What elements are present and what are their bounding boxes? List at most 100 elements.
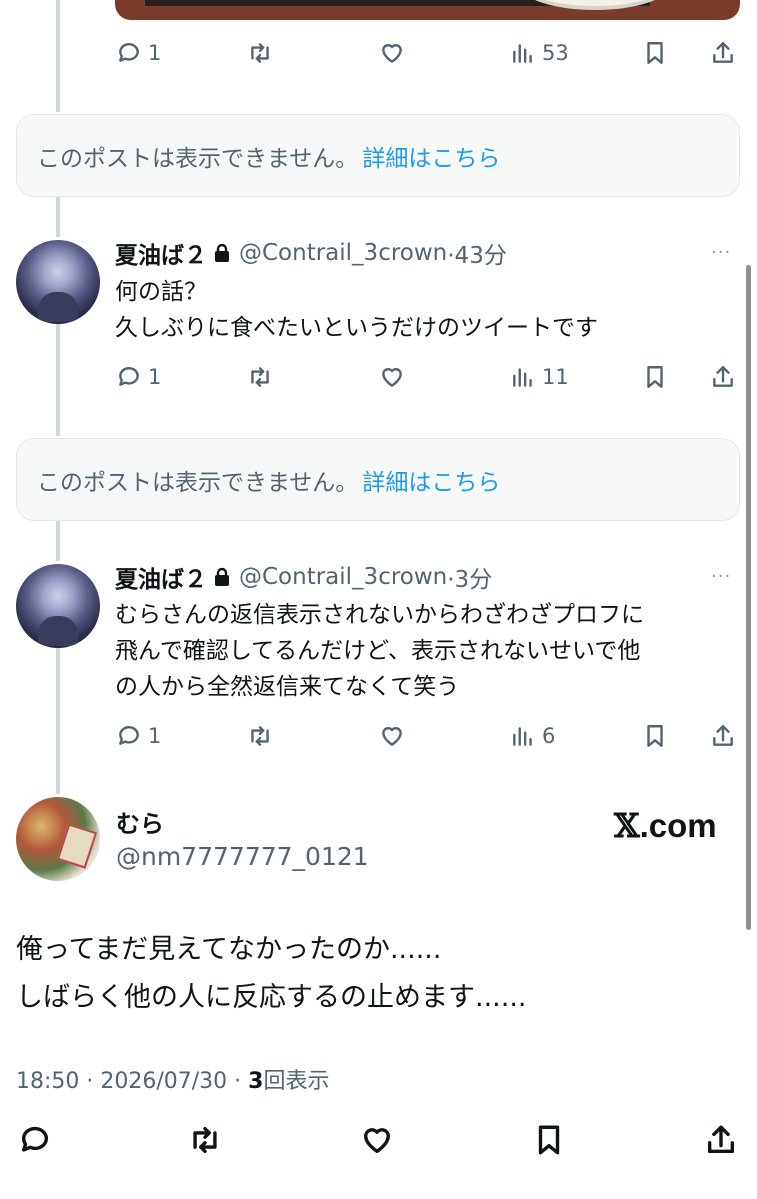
like-button[interactable] [379, 36, 405, 70]
retweet-icon [251, 367, 269, 387]
post-text-line: しばらく他の人に反応するの止めます...... [16, 982, 527, 1013]
share-button[interactable] [710, 36, 736, 70]
main-post-actions [0, 1115, 757, 1165]
avatar[interactable] [16, 240, 100, 324]
avatar[interactable] [16, 564, 100, 648]
post-actions: 1 53 [0, 36, 757, 70]
lock-icon [213, 243, 231, 263]
share-button[interactable] [710, 719, 736, 753]
like-button[interactable] [360, 1123, 394, 1157]
view-label: 回表示 [263, 1069, 330, 1094]
retweet-icon [193, 1126, 217, 1154]
watermark-domain: .com [639, 807, 717, 844]
display-name[interactable]: 夏油ば２ [115, 560, 207, 594]
unavailable-text: このポストは表示できません。 [37, 469, 359, 496]
bookmark-icon [647, 366, 663, 388]
thread-line [56, 521, 60, 561]
post-timestamp[interactable]: 18:50 · 2026/07/30 · [16, 1069, 248, 1094]
reply-button[interactable]: 1 [116, 36, 161, 70]
bookmark-button[interactable] [642, 719, 668, 753]
post-actions: 1 11 [0, 360, 757, 394]
learn-more-link[interactable]: 詳細はこちら [362, 139, 500, 173]
post-text: 何の話？ 久しぶりに食べたいというだけのツイートです [115, 274, 735, 346]
retweet-button[interactable] [247, 36, 273, 70]
unavailable-text: このポストは表示できません。 [37, 145, 359, 172]
post-header: 夏油ば２ @Contrail_3crown ·3分 [115, 560, 492, 594]
post-text-line: 飛んで確認してるんだけど、表示されないせいで他 [115, 638, 641, 664]
views-button[interactable]: 11 [510, 360, 569, 394]
views-button[interactable]: 6 [510, 719, 555, 753]
views-icon [513, 368, 532, 387]
reply-count: 1 [148, 724, 162, 748]
share-icon [713, 42, 733, 63]
post-text-line: 俺ってまだ見えてなかったのか...... [16, 934, 442, 965]
like-icon [382, 368, 402, 387]
learn-more-link[interactable]: 詳細はこちら [362, 463, 500, 497]
reply-button[interactable]: 1 [116, 719, 161, 753]
lock-icon [213, 567, 231, 587]
post-text-line: むらさんの返信表示されないからわざわざプロフに [115, 602, 644, 628]
views-count: 6 [542, 724, 556, 748]
x-logo-watermark: 𝕏.com [614, 806, 717, 845]
like-button[interactable] [379, 719, 405, 753]
share-icon [713, 725, 733, 746]
retweet-icon [251, 43, 269, 63]
post-text-line: 何の話？ [115, 279, 207, 305]
post-time[interactable]: ·43分 [447, 236, 507, 270]
user-handle[interactable]: @Contrail_3crown [239, 240, 447, 266]
x-logo-icon: 𝕏 [614, 806, 640, 845]
bookmark-icon [647, 42, 663, 64]
reply-button[interactable]: 1 [116, 360, 161, 394]
post-actions: 1 6 [0, 719, 757, 753]
avatar[interactable] [16, 797, 100, 881]
user-handle[interactable]: @Contrail_3crown [239, 564, 447, 590]
scrollbar[interactable] [746, 265, 751, 930]
views-count: 53 [542, 41, 569, 65]
bookmark-button[interactable] [532, 1123, 566, 1157]
post-text-line: 久しぶりに食べたいというだけのツイートです [115, 315, 598, 341]
retweet-icon [251, 726, 269, 746]
share-icon [707, 1125, 735, 1154]
share-icon [713, 366, 733, 387]
post-text: 俺ってまだ見えてなかったのか...... しばらく他の人に反応するの止めます..… [16, 926, 527, 1022]
reply-count: 1 [148, 41, 162, 65]
reply-icon [119, 367, 139, 386]
like-icon [382, 727, 402, 746]
like-icon [382, 44, 402, 63]
bookmark-icon [538, 1125, 560, 1155]
share-button[interactable] [704, 1123, 738, 1157]
reply-icon [119, 726, 139, 745]
thread-line [56, 197, 60, 237]
post-text: むらさんの返信表示されないからわざわざプロフに 飛んで確認してるんだけど、表示さ… [115, 597, 735, 705]
bookmark-button[interactable] [642, 360, 668, 394]
post-header: 夏油ば２ @Contrail_3crown ·43分 [115, 236, 507, 270]
like-button[interactable] [379, 360, 405, 394]
view-count: 3 [248, 1069, 264, 1094]
post-text-line: の人から全然返信来てなくて笑う [115, 674, 460, 700]
user-handle[interactable]: @nm7777777_0121 [116, 842, 369, 871]
reply-button[interactable] [18, 1123, 52, 1157]
reply-icon [21, 1126, 49, 1152]
post-time[interactable]: ·3分 [447, 560, 492, 594]
views-count: 11 [542, 365, 569, 389]
post-meta: 18:50 · 2026/07/30 · 3回表示 [16, 1063, 330, 1095]
retweet-button[interactable] [247, 719, 273, 753]
reply-count: 1 [148, 365, 162, 389]
display-name[interactable]: むら [116, 804, 164, 839]
share-button[interactable] [710, 360, 736, 394]
retweet-button[interactable] [188, 1123, 222, 1157]
bookmark-button[interactable] [642, 36, 668, 70]
bookmark-icon [647, 725, 663, 747]
views-button[interactable]: 53 [510, 36, 569, 70]
more-options-icon[interactable]: ··· [711, 242, 731, 263]
unavailable-post-notice: このポストは表示できません。 詳細はこちら [16, 438, 740, 521]
views-icon [513, 727, 532, 746]
post-image[interactable] [115, 0, 740, 20]
display-name[interactable]: 夏油ば２ [115, 236, 207, 270]
more-options-icon[interactable]: ··· [711, 566, 731, 587]
views-icon [513, 44, 532, 63]
retweet-button[interactable] [247, 360, 273, 394]
unavailable-post-notice: このポストは表示できません。 詳細はこちら [16, 114, 740, 197]
like-icon [363, 1128, 391, 1154]
reply-icon [119, 43, 139, 62]
